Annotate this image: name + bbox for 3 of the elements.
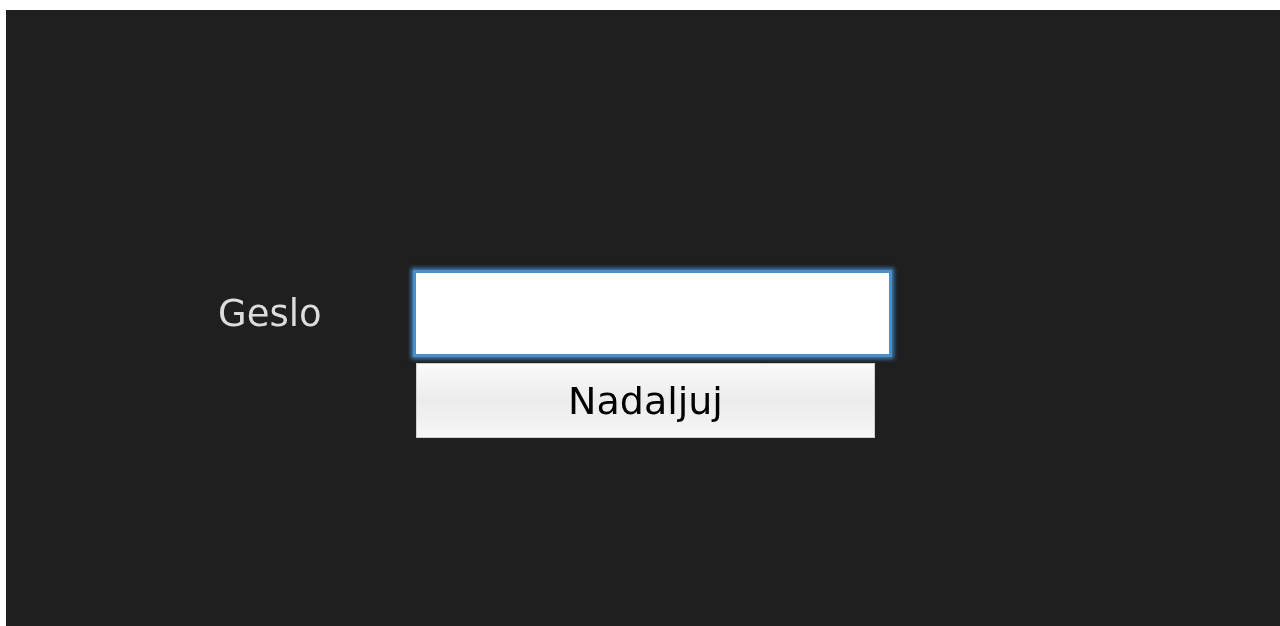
continue-button[interactable]: Nadaljuj	[416, 363, 875, 438]
password-field[interactable]	[413, 270, 892, 357]
password-label: Geslo	[218, 292, 322, 335]
